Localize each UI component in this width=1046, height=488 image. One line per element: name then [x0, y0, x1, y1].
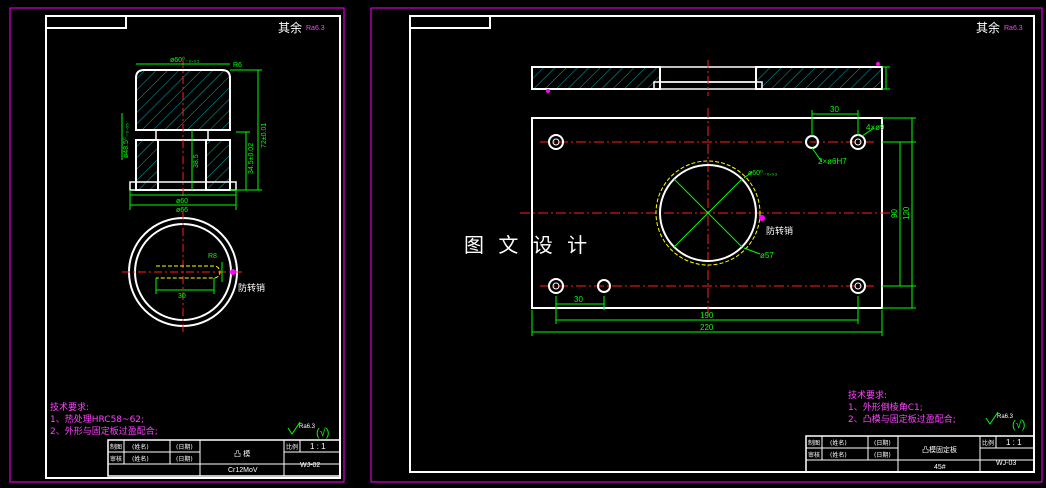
right-roughness-label: 其余 [976, 20, 1000, 35]
left-tb-r2-date: (日期) [176, 455, 193, 463]
dim-pin-r: R8 [208, 253, 217, 260]
left-roughness-symbol: Ra6.3 (√) [287, 421, 329, 439]
left-note-1: 1、热处理HRC58~62; [50, 413, 144, 425]
plate-plan-view [520, 108, 896, 318]
dim-mid-height: 34.5±0.02 [248, 143, 255, 174]
left-tb-scale: 1 : 1 [310, 442, 326, 451]
dim-top-dia: ø60⁰₋₀.₀₃ [170, 56, 199, 64]
plate-dimension-texts: 30 4×ø9 2×ø6H7 ø60⁰₋₀.₀₃ ø57 90 120 30 1… [574, 105, 911, 332]
right-tb-scale: 1 : 1 [1006, 438, 1022, 447]
left-tb-r1-date: (日期) [176, 443, 193, 451]
right-note-2: 2、凸模与固定板过盈配合; [848, 413, 956, 425]
left-tech-notes: 技术要求: 1、热处理HRC58~62; 2、外形与固定板过盈配合; [50, 401, 158, 437]
left-tb-r2-name: (姓名) [132, 455, 149, 463]
right-tech-notes: 技术要求: 1、外形倒棱角C1; 2、凸模与固定板过盈配合; [848, 389, 956, 425]
dim-bore-depth: 38.5 [193, 154, 200, 168]
dim-bore: ø60⁰₋₀.₀₃ [748, 169, 777, 177]
dim-height: 72±0.01 [261, 123, 268, 148]
dim-radius: R6 [233, 62, 242, 69]
right-tb-material: 45# [934, 464, 946, 471]
right-tb-r1-date: (日期) [874, 439, 891, 447]
right-roughness-symbol: Ra6.3 (√) [985, 411, 1025, 431]
left-corner-tab [45, 15, 127, 29]
right-tb-scale-label: 比例 [982, 439, 994, 447]
left-note-2: 2、外形与固定板过盈配合; [50, 425, 158, 437]
dim-bore2: ø57 [760, 251, 774, 260]
plate-section-view [531, 60, 890, 96]
left-title-block: 制图 (姓名) (日期) 审核 (姓名) (日期) 比例 凸 模 Cr12MoV… [107, 439, 341, 477]
dim-base-dia: ø60 [176, 198, 188, 205]
left-roughness-paren: (√) [316, 427, 329, 439]
right-tb-r2-name: (姓名) [830, 451, 847, 459]
dim-outer-dia: ø66 [176, 207, 188, 214]
right-roughness-value: Ra6.3 [1004, 25, 1023, 32]
plate-pin-marker [759, 215, 765, 221]
left-roughness-mini: Ra6.3 [299, 424, 316, 430]
left-sheet: 其余 Ra6.3 ø60⁰₋₀.₀₃ R6 72±0.01 34.5±0.02 … [9, 7, 345, 483]
right-tb-code: WJ-03 [996, 460, 1016, 467]
right-corner-tab [409, 15, 491, 29]
right-note-1: 1、外形倒棱角C1; [848, 401, 923, 413]
right-tb-r2-date: (日期) [874, 451, 891, 459]
left-pin-label: 防转销 [238, 282, 265, 294]
punch-section-view [129, 60, 237, 196]
right-title-block: 制图 (姓名) (日期) 审核 (姓名) (日期) 比例 凸模固定板 45# 1… [805, 435, 1035, 473]
section-marker-b [546, 89, 550, 93]
leader-bore2 [743, 247, 761, 255]
plate-dimensions [531, 110, 916, 336]
dim-pin-w: 30 [178, 293, 186, 300]
plate-section-left [531, 66, 661, 90]
left-tb-scale-label: 比例 [286, 443, 298, 451]
right-notes-title: 技术要求: [848, 389, 887, 401]
right-roughness-paren: (√) [1012, 419, 1025, 431]
right-tb-r2-role: 审核 [808, 451, 820, 459]
dim-holes: 4×ø9 [866, 123, 885, 132]
right-pin-label: 防转销 [766, 225, 793, 237]
left-notes-title: 技术要求: [50, 401, 89, 413]
dim-120: 120 [902, 206, 911, 220]
left-tb-part-name: 凸 模 [234, 449, 250, 458]
left-tb-r1-role: 制图 [110, 443, 122, 451]
punch-bore-top [155, 129, 209, 141]
punch-top-view: R8 30 防转销 [122, 212, 265, 332]
right-tb-r1-name: (姓名) [830, 439, 847, 447]
right-tb-r1-role: 制图 [808, 439, 820, 447]
section-marker-a [876, 62, 880, 66]
dim-90: 90 [890, 209, 899, 218]
dim-30-bottom: 30 [574, 295, 583, 304]
plate-section-right [755, 66, 883, 90]
right-tb-part-name: 凸模固定板 [922, 445, 957, 454]
dim-pinholes: 2×ø6H7 [818, 157, 847, 166]
left-tb-r2-role: 审核 [110, 455, 122, 463]
dim-190: 190 [700, 311, 714, 320]
left-tb-r1-name: (姓名) [132, 443, 149, 451]
drawing-canvas: 其余 Ra6.3 ø60⁰₋₀.₀₃ R6 72±0.01 34.5±0.02 … [9, 7, 1043, 483]
left-roughness-value: Ra6.3 [306, 25, 325, 32]
left-tb-material: Cr12MoV [228, 467, 258, 474]
dim-30-top: 30 [830, 105, 839, 114]
dim-left-dia: ø48.5⁰₋₀.₀₅ [122, 123, 130, 158]
dim-220: 220 [700, 323, 714, 332]
left-tb-code: WJ-02 [300, 462, 320, 469]
pin-marker [230, 269, 236, 275]
left-roughness-label: 其余 [278, 20, 302, 35]
watermark-text: 图 文 设 计 [464, 233, 591, 257]
